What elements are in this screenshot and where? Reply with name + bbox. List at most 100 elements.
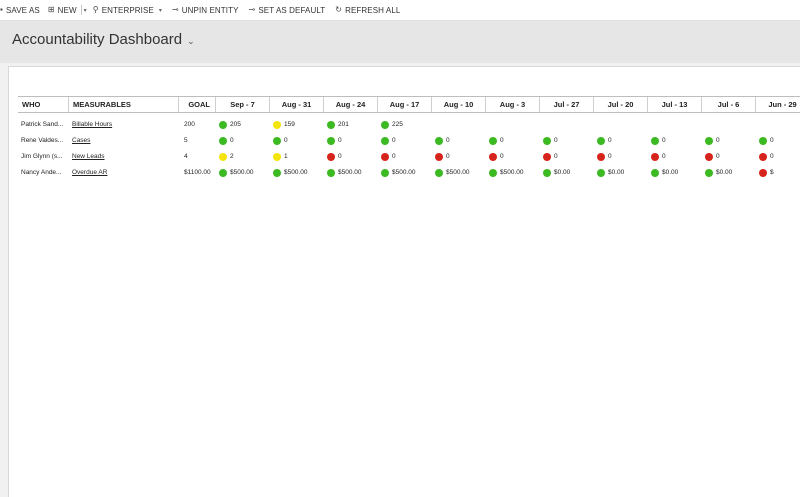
week-status-cell: $500.00 [489,166,537,180]
week-value: 0 [608,153,612,160]
column-header-week[interactable]: Aug - 24 [323,97,377,112]
week-status-cell: $0.00 [705,166,753,180]
week-value: $500.00 [230,169,254,176]
measurable-link[interactable]: Cases [72,134,172,148]
week-status-cell: $500.00 [273,166,321,180]
week-status-cell: $0.00 [597,166,645,180]
week-value: 0 [500,137,504,144]
pin-icon: ⊸ [248,5,256,14]
column-header-week[interactable]: Jul - 6 [701,97,755,112]
refresh-all-button[interactable]: ↻ REFRESH ALL [335,6,400,15]
status-green-dot-icon [219,137,227,145]
status-green-dot-icon [705,169,713,177]
column-header-week[interactable]: Aug - 17 [377,97,431,112]
status-red-dot-icon [327,153,335,161]
week-value: 0 [338,137,342,144]
status-green-dot-icon [705,137,713,145]
unpin-entity-button[interactable]: ⊸ UNPIN ENTITY [172,6,239,15]
week-status-cell: 0 [381,134,429,148]
column-header-week[interactable]: Jul - 20 [593,97,647,112]
week-status-cell: 0 [489,150,537,164]
new-button[interactable]: ⊞ NEW [48,6,77,15]
column-header-who[interactable]: WHO [18,97,68,112]
dashboard-selector[interactable]: Accountability Dashboard ⌄ [12,31,195,48]
week-value: 1 [284,153,288,160]
column-header-week[interactable]: Aug - 3 [485,97,539,112]
save-as-label: SAVE AS [5,5,40,15]
week-value: $ [770,169,774,176]
owner-name: Rene Valdes... [21,137,64,144]
owner-name: Jim Glynn (s... [21,153,63,160]
measurable-link[interactable]: New Leads [72,150,172,164]
week-status-cell: 0 [327,134,375,148]
week-status-cell: 0 [381,150,429,164]
week-status-cell: $500.00 [327,166,375,180]
week-status-cell: 159 [273,118,321,132]
status-green-dot-icon [273,169,281,177]
save-as-button[interactable]: ▪ SAVE AS [0,6,40,15]
week-status-cell: 0 [597,134,645,148]
status-red-dot-icon [381,153,389,161]
week-status-cell: 1 [273,150,321,164]
measurable-link[interactable]: Billable Hours [72,118,172,132]
week-status-cell: 0 [597,150,645,164]
set-as-default-label: SET AS DEFAULT [258,5,326,15]
week-status-cell: 0 [219,134,267,148]
column-header-measurables[interactable]: MEASURABLES [68,97,178,112]
week-status-cell: $0.00 [651,166,699,180]
week-value: 0 [500,153,504,160]
status-green-dot-icon [489,169,497,177]
measurable-link[interactable]: Overdue AR [72,166,172,180]
set-as-default-button[interactable]: ⊸ SET AS DEFAULT [249,6,326,15]
dashboard-header: Accountability Dashboard ⌄ [0,21,800,63]
week-status-cell: 205 [219,118,267,132]
week-status-cell: 0 [759,150,800,164]
week-status-cell: 0 [435,134,483,148]
owner-name: Patrick Sand... [21,121,64,128]
column-header-goal[interactable]: GOAL [178,97,215,112]
week-value: $500.00 [392,169,416,176]
week-value: 0 [716,137,720,144]
table-row: Jim Glynn (s... New Leads 4 2 1 0 0 0 0 0 0 0 0 0 [18,150,800,164]
unpin-icon: ⊸ [171,5,179,14]
week-value: 0 [608,137,612,144]
status-green-dot-icon [381,137,389,145]
week-status-cell: 0 [489,134,537,148]
enterprise-button[interactable]: ⚲ ENTERPRISE ▾ [93,6,162,15]
column-header-week[interactable]: Aug - 10 [431,97,485,112]
status-green-dot-icon [219,121,227,129]
status-red-dot-icon [489,153,497,161]
week-value: 0 [662,153,666,160]
week-value: 0 [284,137,288,144]
week-value: 159 [284,121,295,128]
new-grid-icon: ⊞ [47,5,55,14]
save-icon: ▪ [0,5,3,14]
week-status-cell: 225 [381,118,429,132]
week-value: 0 [770,137,774,144]
column-header-week[interactable]: Jul - 27 [539,97,593,112]
column-header-week[interactable]: Sep - 7 [215,97,269,112]
toolbar-divider [80,5,82,15]
unpin-entity-label: UNPIN ENTITY [181,5,239,15]
column-header-week[interactable]: Jun - 29 [755,97,800,112]
week-status-cell: 0 [759,134,800,148]
week-value: $500.00 [284,169,308,176]
status-green-dot-icon [273,137,281,145]
table-row: Rene Valdes... Cases 5 0 0 0 0 0 0 0 0 0 0 0 [18,134,800,148]
status-green-dot-icon [759,137,767,145]
week-value: 0 [554,153,558,160]
status-red-dot-icon [543,153,551,161]
week-value: $500.00 [500,169,524,176]
status-red-dot-icon [759,153,767,161]
grid-header-row: WHO MEASURABLES GOAL Sep - 7 Aug - 31 Aug … [18,96,800,113]
week-value: $0.00 [608,169,625,176]
owner-name: Nancy Ande... [21,169,62,176]
column-header-week[interactable]: Jul - 13 [647,97,701,112]
status-red-dot-icon [759,169,767,177]
status-red-dot-icon [651,153,659,161]
enterprise-chevron-down-icon: ▾ [158,7,162,14]
command-bar: ▪ SAVE AS ⊞ NEW ▾ ⚲ ENTERPRISE ▾ ⊸ UNPIN… [0,0,800,21]
status-green-dot-icon [651,169,659,177]
new-dropdown-chevron-icon[interactable]: ▾ [84,7,87,14]
column-header-week[interactable]: Aug - 31 [269,97,323,112]
